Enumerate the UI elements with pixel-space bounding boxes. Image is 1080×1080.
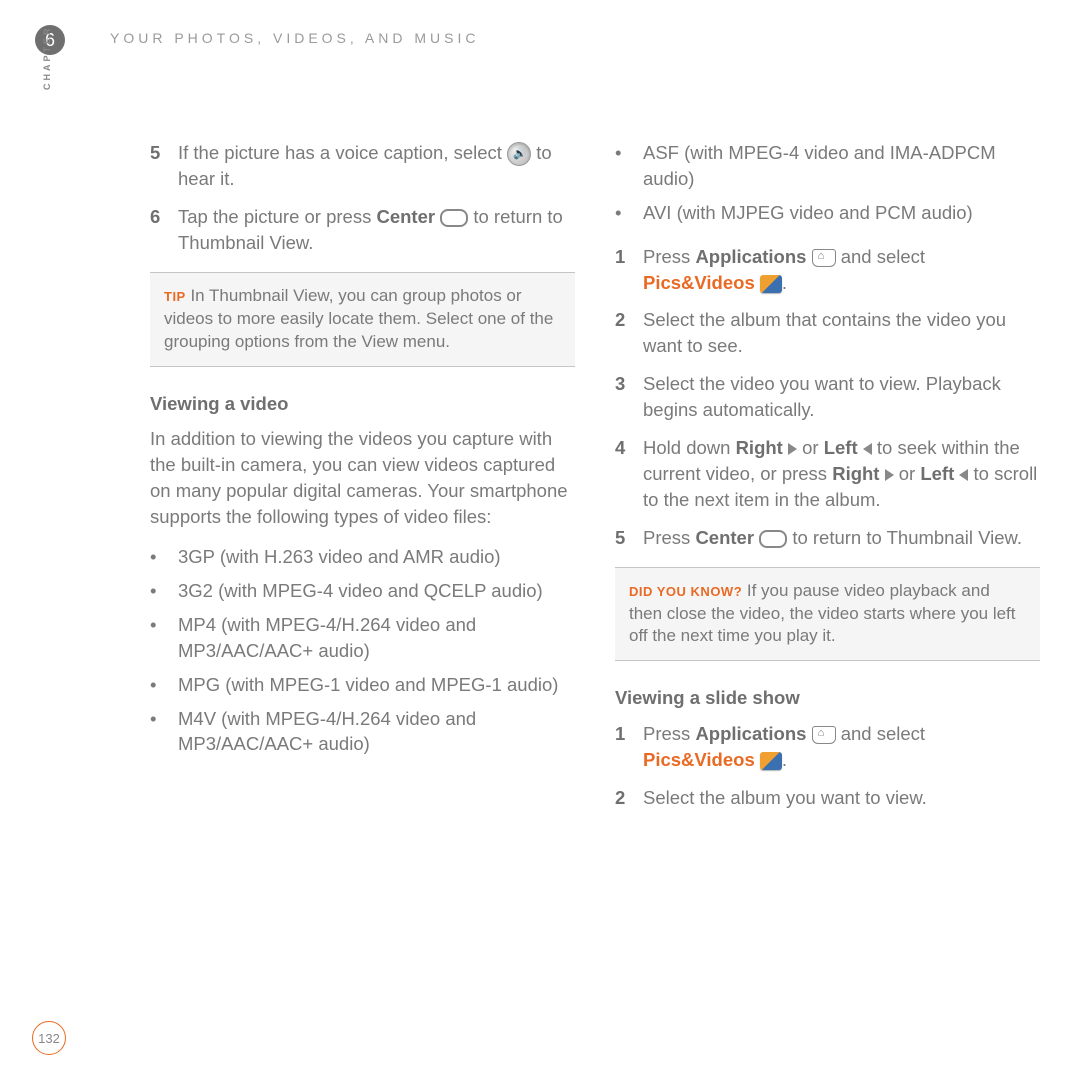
page-number-text: 132: [38, 1031, 60, 1046]
right-arrow-icon: [885, 469, 894, 481]
applications-key-icon: [812, 249, 836, 267]
right-key-label: Right: [736, 437, 783, 458]
step-5: 5 Press Center to return to Thumbnail Vi…: [615, 525, 1040, 551]
tip-text: In Thumbnail View, you can group photos …: [164, 286, 553, 351]
text: .: [782, 272, 787, 293]
bullet-dot: •: [150, 706, 178, 758]
step-number: 1: [615, 244, 643, 296]
center-key-label: Center: [376, 206, 435, 227]
bullet-dot: •: [615, 140, 643, 192]
left-arrow-icon: [863, 443, 872, 455]
pics-videos-label: Pics&Videos: [643, 749, 755, 770]
left-key-label: Left: [920, 463, 954, 484]
text: or: [899, 463, 921, 484]
step-number: 4: [615, 435, 643, 513]
bullet-dot: •: [615, 200, 643, 226]
text: and select: [841, 246, 925, 267]
step-text: Press Applications and select Pics&Video…: [643, 244, 925, 296]
step-text: Select the video you want to view. Playb…: [643, 371, 1040, 423]
dyk-label: DID YOU KNOW?: [629, 584, 742, 599]
right-column: •ASF (with MPEG-4 video and IMA-ADPCM au…: [615, 140, 1040, 823]
bullet-text: M4V (with MPEG-4/H.264 video and MP3/AAC…: [178, 706, 575, 758]
step-4: 4 Hold down Right or Left to seek within…: [615, 435, 1040, 513]
left-arrow-icon: [959, 469, 968, 481]
step-number: 3: [615, 371, 643, 423]
bullet-dot: •: [150, 612, 178, 664]
step-5: 5 If the picture has a voice caption, se…: [150, 140, 575, 192]
page-header: YOUR PHOTOS, VIDEOS, AND MUSIC: [110, 30, 479, 46]
step-1: 1 Press Applications and select Pics&Vid…: [615, 244, 1040, 296]
section-heading-slideshow: Viewing a slide show: [615, 685, 1040, 711]
text: or: [802, 437, 824, 458]
step-text: Select the album you want to view.: [643, 785, 927, 811]
step-number: 2: [615, 307, 643, 359]
step-text: Press Applications and select Pics&Video…: [643, 721, 925, 773]
step-number: 2: [615, 785, 643, 811]
text: .: [782, 749, 787, 770]
bullet-text: MP4 (with MPEG-4/H.264 video and MP3/AAC…: [178, 612, 575, 664]
right-arrow-icon: [788, 443, 797, 455]
step-number: 1: [615, 721, 643, 773]
content-area: 5 If the picture has a voice caption, se…: [150, 140, 1040, 823]
step-2: 2 Select the album that contains the vid…: [615, 307, 1040, 359]
did-you-know-callout: DID YOU KNOW? If you pause video playbac…: [615, 567, 1040, 662]
step-text: If the picture has a voice caption, sele…: [178, 140, 575, 192]
center-key-label: Center: [695, 527, 754, 548]
voice-caption-icon: [507, 142, 531, 166]
text: to return to Thumbnail View.: [792, 527, 1022, 548]
bullet-dot: •: [150, 672, 178, 698]
step-6: 6 Tap the picture or press Center to ret…: [150, 204, 575, 256]
bullet-text: MPG (with MPEG-1 video and MPEG-1 audio): [178, 672, 558, 698]
text: Tap the picture or press: [178, 206, 376, 227]
bullet-item: •AVI (with MJPEG video and PCM audio): [615, 200, 1040, 226]
step-text: Press Center to return to Thumbnail View…: [643, 525, 1022, 551]
page-number: 132: [32, 1021, 66, 1055]
pics-videos-icon: [760, 752, 782, 770]
chapter-label-vertical: CHAPTER: [42, 25, 52, 90]
text: Press: [643, 723, 695, 744]
applications-key-label: Applications: [695, 723, 806, 744]
bullet-text: AVI (with MJPEG video and PCM audio): [643, 200, 973, 226]
center-key-icon: [440, 209, 468, 227]
text: Hold down: [643, 437, 736, 458]
step-number: 6: [150, 204, 178, 256]
bullet-item: •3GP (with H.263 video and AMR audio): [150, 544, 575, 570]
bullet-item: •M4V (with MPEG-4/H.264 video and MP3/AA…: [150, 706, 575, 758]
step-3: 3 Select the video you want to view. Pla…: [615, 371, 1040, 423]
paragraph: In addition to viewing the videos you ca…: [150, 426, 575, 530]
left-column: 5 If the picture has a voice caption, se…: [150, 140, 575, 823]
step-text: Hold down Right or Left to seek within t…: [643, 435, 1040, 513]
text: If the picture has a voice caption, sele…: [178, 142, 502, 163]
text: and select: [841, 723, 925, 744]
pics-videos-icon: [760, 275, 782, 293]
bullet-item: •MPG (with MPEG-1 video and MPEG-1 audio…: [150, 672, 575, 698]
applications-key-icon: [812, 726, 836, 744]
applications-key-label: Applications: [695, 246, 806, 267]
step-number: 5: [150, 140, 178, 192]
section-heading-viewing-video: Viewing a video: [150, 391, 575, 417]
tip-label: TIP: [164, 289, 186, 304]
center-key-icon: [759, 530, 787, 548]
bullet-item: •3G2 (with MPEG-4 video and QCELP audio): [150, 578, 575, 604]
step-text: Select the album that contains the video…: [643, 307, 1040, 359]
bullet-text: 3G2 (with MPEG-4 video and QCELP audio): [178, 578, 543, 604]
left-key-label: Left: [824, 437, 858, 458]
bullet-item: •ASF (with MPEG-4 video and IMA-ADPCM au…: [615, 140, 1040, 192]
bullet-dot: •: [150, 578, 178, 604]
right-key-label: Right: [832, 463, 879, 484]
step-text: Tap the picture or press Center to retur…: [178, 204, 575, 256]
bullet-item: •MP4 (with MPEG-4/H.264 video and MP3/AA…: [150, 612, 575, 664]
bullet-text: 3GP (with H.263 video and AMR audio): [178, 544, 501, 570]
slideshow-step-2: 2 Select the album you want to view.: [615, 785, 1040, 811]
bullet-dot: •: [150, 544, 178, 570]
step-number: 5: [615, 525, 643, 551]
bullet-text: ASF (with MPEG-4 video and IMA-ADPCM aud…: [643, 140, 1040, 192]
text: Press: [643, 527, 695, 548]
slideshow-step-1: 1 Press Applications and select Pics&Vid…: [615, 721, 1040, 773]
tip-callout: TIP In Thumbnail View, you can group pho…: [150, 272, 575, 367]
pics-videos-label: Pics&Videos: [643, 272, 755, 293]
text: Press: [643, 246, 695, 267]
